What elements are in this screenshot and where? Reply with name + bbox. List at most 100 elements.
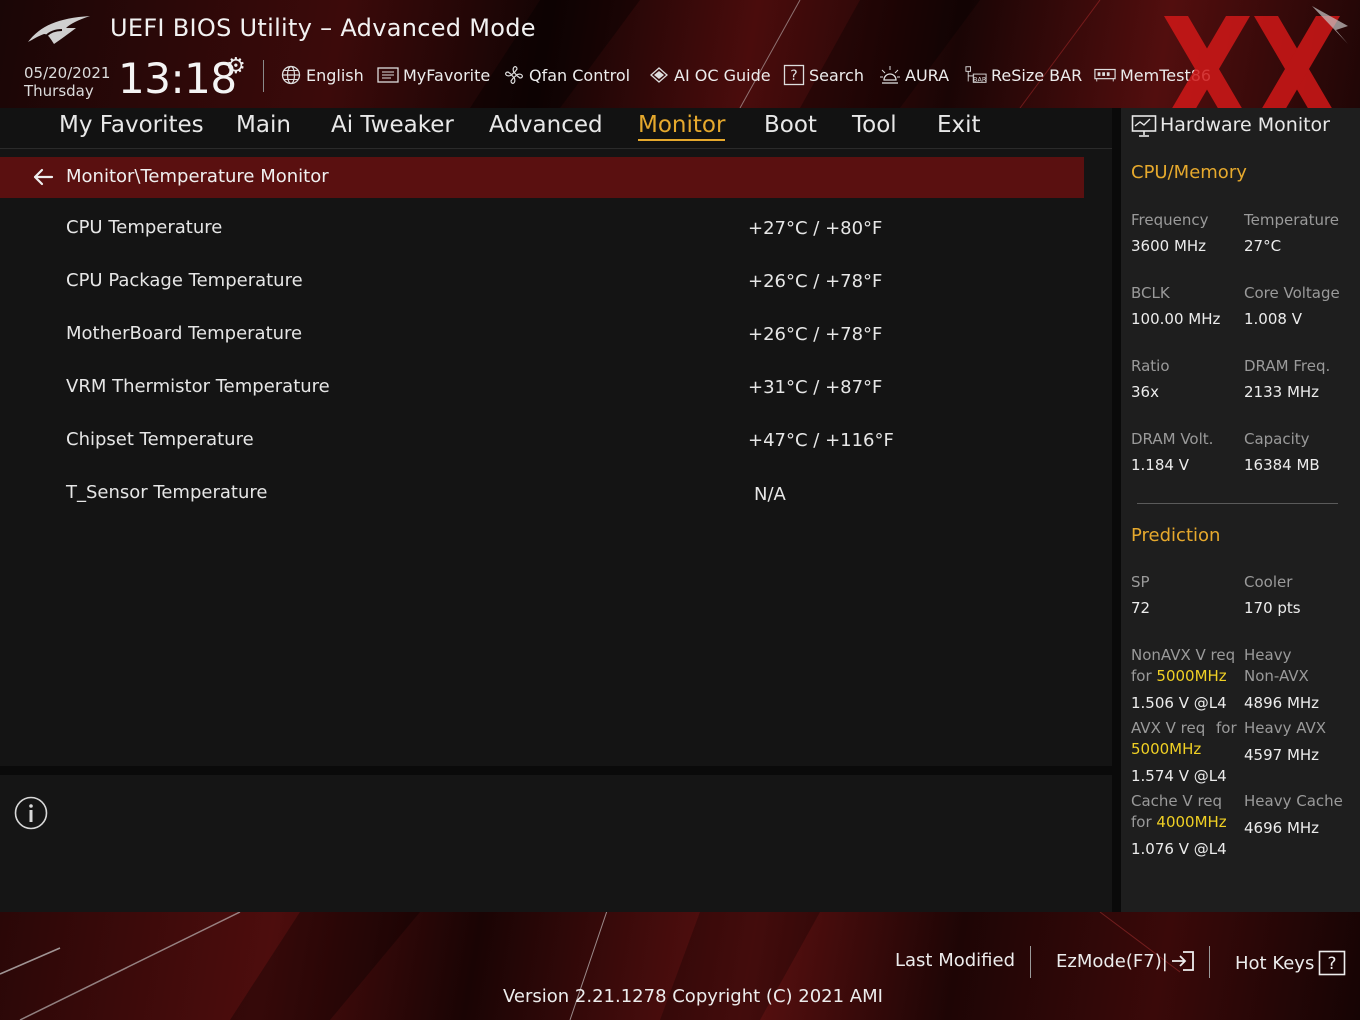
- panel-separator: [1112, 108, 1121, 912]
- sp-label: SP: [1131, 573, 1150, 591]
- tab-my-favorites[interactable]: My Favorites: [59, 112, 204, 138]
- cpu-package-temperature-label: CPU Package Temperature: [66, 270, 303, 291]
- temperature-value: 27°C: [1244, 237, 1282, 255]
- frequency-label: Frequency: [1131, 211, 1209, 229]
- tab-boot[interactable]: Boot: [764, 112, 817, 138]
- motherboard-temperature-label: MotherBoard Temperature: [66, 323, 303, 344]
- exit-arrow-icon: [1171, 951, 1194, 971]
- ai-oc-guide-button[interactable]: AI OC Guide: [648, 63, 771, 87]
- app-title: UEFI BIOS Utility – Advanced Mode: [110, 14, 536, 42]
- ai-oc-guide-label: AI OC Guide: [674, 65, 771, 85]
- weekday-display: Thursday: [24, 82, 94, 100]
- gear-icon[interactable]: ⚙: [226, 54, 246, 79]
- t-sensor-temperature-value: N/A: [754, 484, 786, 505]
- fan-icon: [503, 64, 525, 86]
- dram-volt-label: DRAM Volt.: [1131, 430, 1214, 448]
- chipset-temperature-value: +47°C / +116°F: [748, 430, 894, 451]
- nonavx-label: NonAVX V req: [1131, 646, 1236, 664]
- nonavx-for-text: for: [1131, 667, 1152, 685]
- ezmode-label: EzMode(F7)|: [1056, 950, 1168, 972]
- clock-display[interactable]: 13:18: [118, 54, 237, 103]
- content-divider: [0, 766, 1112, 775]
- ezmode-button[interactable]: EzMode(F7)|: [1056, 950, 1196, 972]
- hardware-monitor-title: Hardware Monitor: [1160, 114, 1330, 136]
- capacity-value: 16384 MB: [1244, 456, 1320, 474]
- aura-button[interactable]: AURA: [879, 63, 949, 87]
- search-button[interactable]: ? Search: [783, 63, 864, 87]
- bclk-label: BCLK: [1131, 284, 1170, 302]
- avx-label: AVX V req: [1131, 719, 1206, 737]
- question-box-icon: ?: [783, 64, 805, 86]
- qfan-control-button[interactable]: Qfan Control: [503, 63, 630, 87]
- memory-icon: [1094, 64, 1116, 86]
- rog-logo-icon: [28, 16, 90, 44]
- tab-tool[interactable]: Tool: [852, 112, 897, 138]
- hardware-monitor-divider: [1137, 503, 1338, 504]
- version-text: Version 2.21.1278 Copyright (C) 2021 AMI: [503, 986, 883, 1007]
- tab-exit[interactable]: Exit: [937, 112, 981, 138]
- cache-for-label: for 4000MHz: [1131, 813, 1227, 831]
- toolbar-divider: [263, 60, 264, 92]
- dram-volt-value: 1.184 V: [1131, 456, 1189, 474]
- nonavx-frequency: 5000MHz: [1156, 667, 1227, 685]
- back-arrow-icon[interactable]: [30, 165, 56, 189]
- favorite-list-icon: [377, 64, 399, 86]
- aura-label: AURA: [905, 65, 950, 85]
- monitor-icon: [1131, 115, 1157, 137]
- aura-light-icon: [879, 64, 901, 86]
- capacity-label: Capacity: [1244, 430, 1310, 448]
- dram-freq-label: DRAM Freq.: [1244, 357, 1331, 375]
- language-label: English: [306, 65, 364, 85]
- nonavx-value: 1.506 V @L4: [1131, 694, 1227, 712]
- myfavorite-button[interactable]: MyFavorite: [377, 63, 490, 87]
- footer-divider: [1030, 946, 1031, 978]
- qfan-control-label: Qfan Control: [529, 65, 631, 85]
- question-box-icon: ?: [1319, 950, 1346, 976]
- tab-main[interactable]: Main: [236, 112, 291, 138]
- last-modified-button[interactable]: Last Modified: [895, 950, 1015, 971]
- temperature-label: Temperature: [1244, 211, 1340, 229]
- svg-text:?: ?: [1328, 954, 1337, 974]
- frequency-value: 3600 MHz: [1131, 237, 1207, 255]
- resize-bar-label: ReSize BAR: [991, 65, 1083, 85]
- vrm-thermistor-temperature-value: +31°C / +87°F: [748, 377, 883, 398]
- avx-for-label: for: [1216, 719, 1237, 737]
- cooler-label: Cooler: [1244, 573, 1293, 591]
- motherboard-temperature-value: +26°C / +78°F: [748, 324, 883, 345]
- myfavorite-label: MyFavorite: [403, 65, 491, 85]
- footer-divider: [1209, 946, 1210, 978]
- svg-text:?: ?: [790, 68, 797, 84]
- cache-value: 1.076 V @L4: [1131, 840, 1227, 858]
- heavy-nonavx-label: Non-AVX: [1244, 667, 1309, 685]
- bclk-value: 100.00 MHz: [1131, 310, 1221, 328]
- ai-chip-icon: [648, 64, 670, 86]
- chipset-temperature-label: Chipset Temperature: [66, 429, 254, 450]
- svg-text:BAR: BAR: [973, 75, 987, 83]
- heavy-cache-value: 4696 MHz: [1244, 819, 1320, 837]
- help-panel: [0, 775, 1112, 912]
- language-button[interactable]: English: [280, 63, 364, 87]
- cpu-temperature-value: +27°C / +80°F: [748, 218, 883, 239]
- tab-advanced[interactable]: Advanced: [489, 112, 603, 138]
- tab-ai-tweaker[interactable]: Ai Tweaker: [331, 112, 454, 138]
- info-icon: [14, 796, 48, 830]
- hot-keys-button[interactable]: Hot Keys ?: [1235, 950, 1346, 976]
- heavy-avx-label: Heavy AVX: [1244, 719, 1327, 737]
- cache-frequency: 4000MHz: [1156, 813, 1227, 831]
- search-label: Search: [809, 65, 864, 85]
- date-display: 05/20/2021: [24, 64, 111, 82]
- globe-icon: [280, 64, 302, 86]
- cache-for-text: for: [1131, 813, 1152, 831]
- resize-bar-button[interactable]: BAR ReSize BAR: [965, 63, 1082, 87]
- tab-monitor[interactable]: Monitor: [638, 112, 726, 141]
- heavy-nonavx-value: 4896 MHz: [1244, 694, 1320, 712]
- heavy-avx-value: 4597 MHz: [1244, 746, 1320, 764]
- ratio-label: Ratio: [1131, 357, 1170, 375]
- t-sensor-temperature-label: T_Sensor Temperature: [66, 482, 268, 503]
- sp-value: 72: [1131, 599, 1151, 617]
- dram-freq-value: 2133 MHz: [1244, 383, 1320, 401]
- avx-frequency: 5000MHz: [1131, 740, 1202, 758]
- core-voltage-value: 1.008 V: [1244, 310, 1302, 328]
- ratio-value: 36x: [1131, 383, 1159, 401]
- resize-bar-icon: BAR: [965, 64, 987, 86]
